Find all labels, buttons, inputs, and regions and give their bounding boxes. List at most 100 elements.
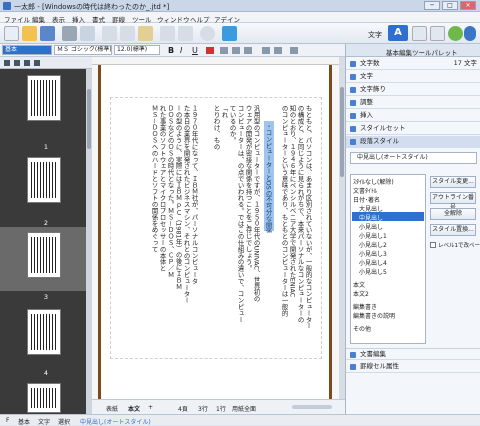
- page-thumbnail[interactable]: [27, 309, 61, 355]
- clear-all-button[interactable]: 全解除: [430, 208, 476, 220]
- style-item[interactable]: 小見出し1: [359, 231, 387, 240]
- current-style-field[interactable]: 中見出し(オートスタイル): [350, 152, 477, 164]
- align-left-icon[interactable]: [220, 47, 228, 54]
- align-center-icon[interactable]: [232, 47, 240, 54]
- document-text-line[interactable]: のコンピューターという意味であり、もともとのコンピューターは一般的: [280, 105, 288, 355]
- style-item[interactable]: その他: [353, 324, 371, 333]
- page-thumbnail[interactable]: [27, 383, 61, 413]
- new-file-icon[interactable]: [4, 26, 19, 41]
- style-item[interactable]: 小見出し2: [359, 240, 387, 249]
- search-icon[interactable]: [200, 26, 215, 41]
- underline-button[interactable]: U: [192, 46, 198, 55]
- page-thumbnail[interactable]: [27, 232, 61, 278]
- style-replace-button[interactable]: スタイル置換...: [430, 224, 476, 236]
- last-page-icon[interactable]: [34, 60, 40, 66]
- preview-icon[interactable]: [80, 26, 95, 41]
- section-style-set[interactable]: スタイルセット: [346, 123, 480, 135]
- document-text-line[interactable]: た本日の業界を開発されたビジネスマシン、それとのコンピューター: [182, 105, 190, 355]
- document-text-line[interactable]: 知のとおり、１９４６年にペンシルベニア大学で開発されたENIAC: [288, 105, 296, 355]
- scroll-thumb[interactable]: [340, 87, 344, 177]
- document-heading[interactable]: ・コンピューターとOSの不可分な関係: [264, 123, 272, 233]
- document-text-line[interactable]: ーの型のように、実際にはＩＢＭ ＰＣ（1981年）の後にＩＢＭ: [174, 105, 182, 355]
- document-text-line[interactable]: の構成と、と同じように見られがちで、本来パーソナルなコンピューターの: [296, 105, 304, 355]
- font-size-select[interactable]: 12.0(標準): [114, 45, 160, 55]
- text-color-icon[interactable]: [206, 47, 214, 54]
- document-text-line[interactable]: とりわけ、もの: [212, 105, 220, 355]
- style-item[interactable]: 小見出し5: [359, 267, 387, 276]
- scroll-thumb[interactable]: [87, 89, 91, 149]
- print-icon[interactable]: [62, 26, 77, 41]
- zoom-slider[interactable]: [292, 405, 332, 409]
- add-sheet-button[interactable]: +: [148, 404, 153, 411]
- table-mode-icon[interactable]: [430, 26, 445, 41]
- style-list[interactable]: ｽﾀｲﾙなし(解除) 文書ﾀｲﾄﾙ 日付･著名 大見出し 中見出し 小見出し 小…: [350, 174, 426, 344]
- redo-icon[interactable]: [178, 26, 193, 41]
- text-mode-button[interactable]: A: [388, 25, 408, 41]
- style-item[interactable]: 本文2: [353, 289, 369, 298]
- section-insert[interactable]: 挿入: [346, 110, 480, 122]
- vertical-text-icon[interactable]: [290, 47, 298, 54]
- style-item-selected[interactable]: 中見出し: [359, 213, 383, 222]
- info-icon[interactable]: [464, 26, 476, 41]
- document-canvas[interactable]: ・コンピューターとOSの不可分な関係 もともと、パソコンは、あまり区別されていな…: [92, 65, 345, 399]
- help-icon[interactable]: [448, 26, 463, 41]
- section-char[interactable]: 文字: [346, 71, 480, 83]
- maximize-button[interactable]: □: [442, 1, 458, 10]
- section-paragraph-style[interactable]: 段落スタイル: [346, 136, 480, 148]
- section-adjust[interactable]: 調整: [346, 97, 480, 109]
- outline-number-button[interactable]: アウトライン番号: [430, 192, 476, 211]
- style-item[interactable]: 編集書きの説明: [353, 311, 395, 320]
- document-text-line[interactable]: １９７０年代になって、ＩＢＭ社が、パーソナルコンピュータ: [190, 105, 198, 355]
- section-document-edit[interactable]: 文書編集: [346, 348, 480, 360]
- first-page-icon[interactable]: [4, 60, 10, 66]
- scissors-icon[interactable]: [102, 26, 117, 41]
- minimize-button[interactable]: ─: [424, 1, 440, 10]
- document-text-line[interactable]: 汎用型のコンピューターですが、１９５０年代のUNIVAC、世界初の: [252, 105, 260, 355]
- ruler[interactable]: [92, 57, 345, 65]
- open-icon[interactable]: [22, 26, 37, 41]
- style-item[interactable]: 小見出し: [359, 222, 383, 231]
- style-item[interactable]: 日付･著名: [353, 195, 380, 204]
- document-text-line[interactable]: ウェアの開発が密接な関係を持つことをご存じでしょう。: [244, 105, 252, 355]
- style-change-button[interactable]: スタイル変更...: [430, 176, 476, 188]
- tab-cover[interactable]: 表紙: [106, 404, 118, 413]
- paste-icon[interactable]: [138, 26, 153, 41]
- tab-body[interactable]: 本文: [128, 404, 140, 413]
- frame-mode-icon[interactable]: [412, 26, 427, 41]
- format-toolbar: 基本 ＭＳ ゴシック(標準) 12.0(標準) B I U: [0, 44, 345, 57]
- style-item[interactable]: ｽﾀｲﾙなし(解除): [353, 177, 394, 186]
- prev-page-icon[interactable]: [14, 60, 20, 66]
- document-text-line[interactable]: ているのか。: [228, 105, 236, 355]
- section-char-count[interactable]: 文字数 17 文字: [346, 58, 480, 70]
- section-ruled-cell[interactable]: 罫線セル属性: [346, 361, 480, 373]
- style-item[interactable]: 小見出し4: [359, 258, 387, 267]
- font-select[interactable]: ＭＳ ゴシック(標準): [54, 45, 112, 55]
- jump-icon[interactable]: [222, 26, 237, 41]
- document-text-line[interactable]: コンピューターは、の点でいわれる。ではこの仕組みの違いで、コンピュー: [236, 105, 244, 355]
- save-icon[interactable]: [40, 26, 55, 41]
- edit-mode-select[interactable]: 用紙全面: [232, 404, 256, 413]
- style-item[interactable]: 文書ﾀｲﾄﾙ: [353, 186, 377, 195]
- next-page-icon[interactable]: [24, 60, 30, 66]
- indent-icon[interactable]: [274, 47, 282, 54]
- align-right-icon[interactable]: [244, 47, 252, 54]
- style-select[interactable]: 基本: [2, 45, 52, 55]
- italic-button[interactable]: I: [180, 46, 182, 55]
- document-text-line[interactable]: もともと、パソコンは、あまり区別されていないが、一般的なコンピューター: [304, 105, 312, 355]
- style-item[interactable]: 小見出し3: [359, 249, 387, 258]
- close-button[interactable]: ✕: [460, 1, 476, 10]
- document-text-line[interactable]: れた事業のソフトウェアとマイクロプロセッサーの本体と: [158, 105, 166, 355]
- style-item[interactable]: 本文: [353, 280, 365, 289]
- document-text-line[interactable]: ＭＳ－ＤＯＳへのハードとソフトの関係をめぐって: [150, 105, 158, 355]
- page-thumbnail[interactable]: [27, 75, 61, 121]
- document-text-line[interactable]: 「れ: [220, 105, 228, 355]
- section-char-decoration[interactable]: 文字飾り: [346, 84, 480, 96]
- page-thumbnail[interactable]: [27, 157, 61, 203]
- style-item[interactable]: 編集書き: [353, 302, 377, 311]
- undo-icon[interactable]: [160, 26, 175, 41]
- copy-icon[interactable]: [120, 26, 135, 41]
- list-icon[interactable]: [262, 47, 270, 54]
- bold-button[interactable]: B: [168, 46, 174, 55]
- page-break-checkbox[interactable]: [430, 242, 436, 248]
- document-text-line[interactable]: ＤＯＳなどのＯＳの時代となった。ＭＳ－ＤＯＳ、ＣＰ／Ｍ: [166, 105, 174, 355]
